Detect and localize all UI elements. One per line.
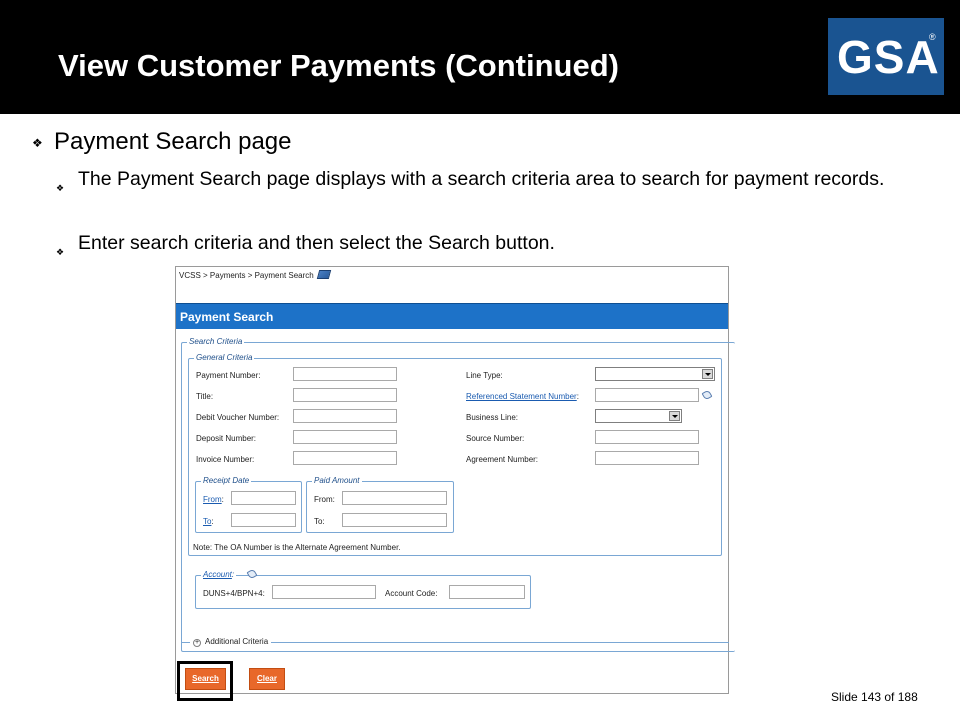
ref-statement-input[interactable] <box>595 388 699 402</box>
duns-label: DUNS+4/BPN+4: <box>203 589 265 598</box>
search-button-highlight <box>177 661 233 701</box>
paid-from-input[interactable] <box>342 491 447 505</box>
agreement-number-label: Agreement Number: <box>466 455 539 464</box>
line-type-select[interactable] <box>595 367 715 381</box>
paid-to-label: To: <box>314 517 325 526</box>
payment-number-input[interactable] <box>293 367 397 381</box>
line-type-label: Line Type: <box>466 371 503 380</box>
payment-number-label: Payment Number: <box>196 371 261 380</box>
agreement-number-input[interactable] <box>595 451 699 465</box>
page-title: Payment Search <box>180 310 274 324</box>
bullet-sub-1-text: The Payment Search page displays with a … <box>78 168 885 190</box>
title-input[interactable] <box>293 388 397 402</box>
search-criteria-legend: Search Criteria <box>187 337 245 346</box>
title-bar: View Customer Payments (Continued) GSA ® <box>0 0 960 114</box>
invoice-number-input[interactable] <box>293 451 397 465</box>
chevron-down-icon <box>669 411 680 421</box>
bullet-diamond-icon: ❖ <box>32 136 43 150</box>
receipt-to-input[interactable] <box>231 513 296 527</box>
slide-title: View Customer Payments (Continued) <box>58 48 619 83</box>
business-line-select[interactable] <box>595 409 682 423</box>
account-link[interactable]: Account <box>203 570 232 579</box>
oa-number-note: Note: The OA Number is the Alternate Agr… <box>193 543 401 552</box>
chevron-down-icon <box>702 369 713 379</box>
paid-to-input[interactable] <box>342 513 447 527</box>
clear-button[interactable]: Clear <box>249 668 285 690</box>
paid-amount-legend: Paid Amount <box>312 476 362 485</box>
paid-from-label: From: <box>314 495 335 504</box>
business-line-label: Business Line: <box>466 413 519 422</box>
deposit-number-input[interactable] <box>293 430 397 444</box>
general-criteria-legend: General Criteria <box>194 353 255 362</box>
breadcrumb-text[interactable]: VCSS > Payments > Payment Search <box>179 271 314 280</box>
bullet-diamond-icon: ❖ <box>56 183 65 193</box>
bullet-sub-2-text: Enter search criteria and then select th… <box>78 232 555 254</box>
page-header: Payment Search <box>176 303 728 329</box>
deposit-number-label: Deposit Number: <box>196 434 257 443</box>
ref-statement-link[interactable]: Referenced Statement Number <box>466 392 577 401</box>
bullet-main-text: Payment Search page <box>54 128 292 155</box>
receipt-from-label: From: <box>203 495 224 504</box>
expand-icon[interactable]: + <box>193 639 201 647</box>
receipt-date-legend: Receipt Date <box>201 476 252 485</box>
ref-statement-label: Referenced Statement Number: <box>466 392 579 401</box>
debit-voucher-input[interactable] <box>293 409 397 423</box>
help-book-icon[interactable] <box>316 270 331 279</box>
receipt-to-label: To: <box>203 517 214 526</box>
source-number-label: Source Number: <box>466 434 525 443</box>
slide-number: Slide 143 of 188 <box>831 690 918 704</box>
receipt-from-input[interactable] <box>231 491 296 505</box>
title-label: Title: <box>196 392 214 401</box>
payment-search-screenshot: VCSS > Payments > Payment Search Payment… <box>175 266 735 694</box>
registered-mark: ® <box>929 32 936 42</box>
duns-input[interactable] <box>272 585 376 599</box>
invoice-number-label: Invoice Number: <box>196 455 255 464</box>
account-code-input[interactable] <box>449 585 525 599</box>
receipt-from-link[interactable]: From <box>203 495 222 504</box>
debit-voucher-label: Debit Voucher Number: <box>196 413 280 422</box>
additional-criteria-toggle[interactable]: + Additional Criteria <box>190 637 272 647</box>
account-legend: Account: <box>201 570 237 579</box>
bullet-diamond-icon: ❖ <box>56 247 65 257</box>
account-code-label: Account Code: <box>385 589 438 598</box>
breadcrumb: VCSS > Payments > Payment Search <box>179 270 331 280</box>
source-number-input[interactable] <box>595 430 699 444</box>
gsa-logo-text: GSA <box>837 31 940 83</box>
gsa-logo: GSA ® <box>828 18 944 95</box>
